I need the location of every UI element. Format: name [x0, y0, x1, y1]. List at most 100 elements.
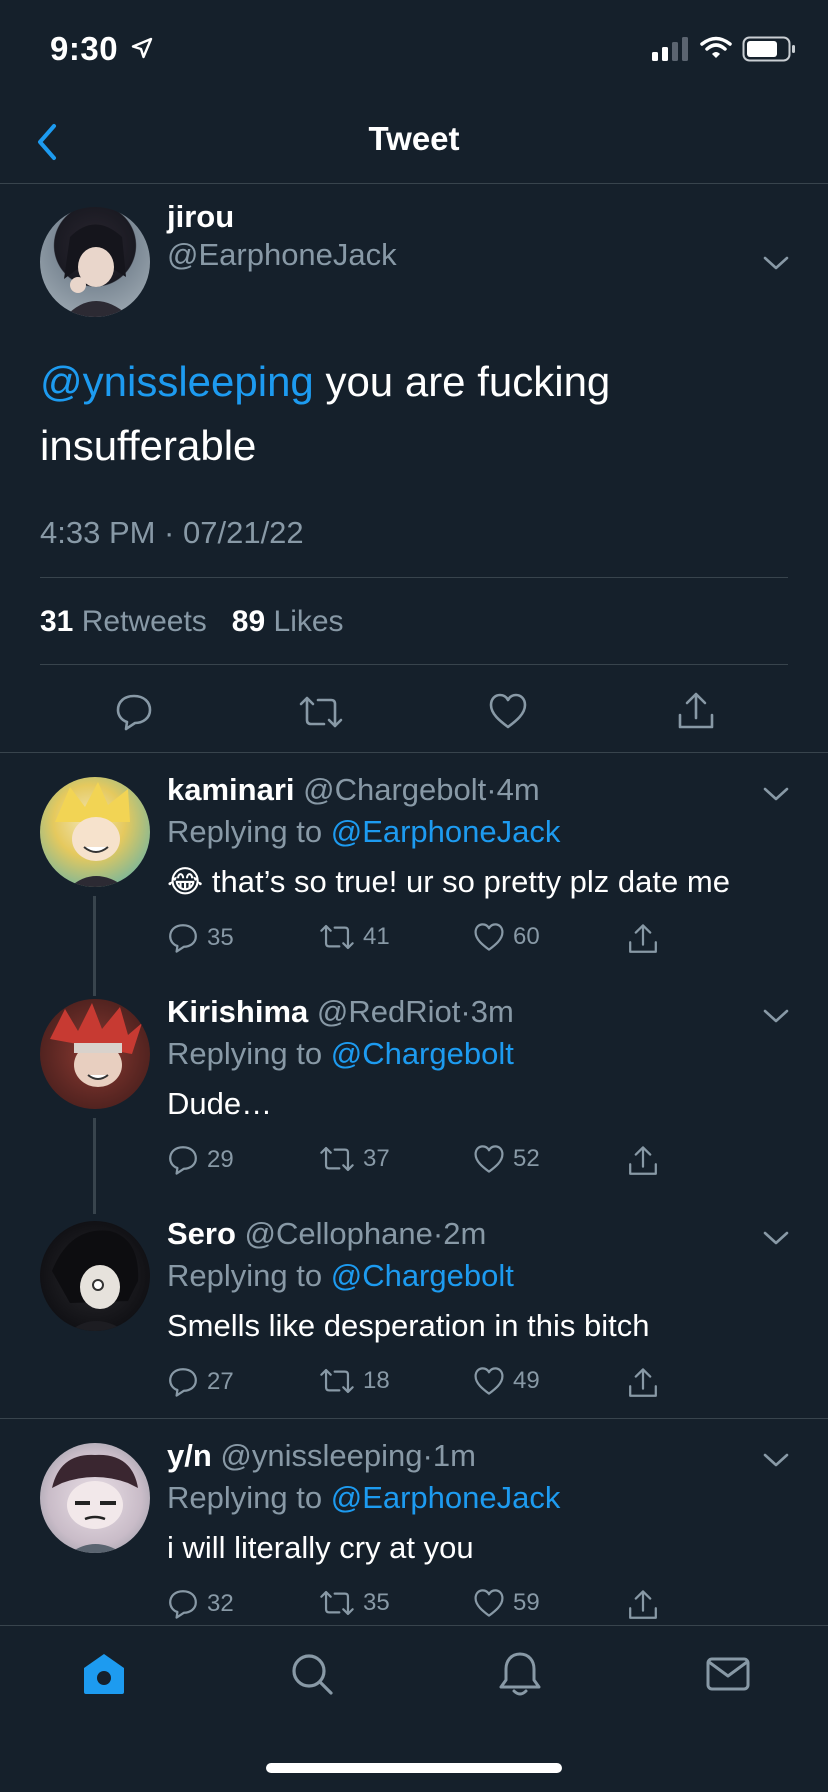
retweet-button[interactable]: 18 — [319, 1366, 390, 1396]
reply-item[interactable]: Kirishima @RedRiot·3m Replying to @Charg… — [0, 994, 828, 1214]
avatar-kaminari[interactable] — [40, 777, 150, 887]
status-time: 9:30 — [50, 30, 119, 67]
avatar-sero[interactable] — [40, 1221, 150, 1331]
chevron-down-icon[interactable] — [762, 255, 790, 273]
retweet-icon — [320, 1146, 354, 1172]
reply-header: Kirishima @RedRiot·3m — [167, 994, 514, 1030]
author-handle[interactable]: @EarphoneJack — [167, 237, 397, 273]
reply-count: 29 — [207, 1146, 234, 1173]
reply-count: 35 — [207, 924, 234, 951]
reply-button[interactable]: 32 — [167, 1588, 234, 1620]
reply-button[interactable]: 35 — [167, 922, 234, 954]
retweet-icon — [320, 1368, 354, 1394]
retweet-icon — [320, 1590, 354, 1616]
reply-icon — [169, 924, 197, 953]
reply-actions: 32 35 59 — [167, 1588, 687, 1628]
reply-author-name[interactable]: Kirishima — [167, 994, 308, 1029]
reply-button[interactable]: 29 — [167, 1144, 234, 1176]
reply-time: 2m — [443, 1216, 487, 1251]
author-name[interactable]: jirou — [167, 199, 234, 235]
chevron-down-icon[interactable] — [762, 1230, 790, 1248]
heart-icon — [474, 1145, 504, 1173]
tweet-stats: 31 Retweets 89 Likes — [40, 605, 344, 639]
reply-author-handle[interactable]: @Cellophane — [245, 1216, 433, 1251]
tweet-mention[interactable]: @ynissleeping — [40, 358, 314, 405]
reply-item[interactable]: kaminari @Chargebolt·4m Replying to @Ear… — [0, 772, 828, 992]
likes-stat[interactable]: 89 Likes — [232, 605, 344, 638]
share-icon — [629, 1590, 657, 1619]
reply-dot: · — [432, 1216, 444, 1251]
reply-button[interactable] — [114, 692, 154, 732]
share-button[interactable] — [627, 1588, 659, 1622]
like-count: 49 — [513, 1367, 540, 1394]
retweet-count: 37 — [363, 1145, 390, 1172]
retweet-icon — [320, 924, 354, 950]
reply-author-handle[interactable]: @Chargebolt — [303, 772, 486, 807]
home-icon[interactable] — [80, 1650, 128, 1698]
like-button[interactable]: 52 — [473, 1144, 540, 1174]
retweet-count: 18 — [363, 1367, 390, 1394]
like-button[interactable]: 60 — [473, 922, 540, 952]
retweet-button[interactable]: 41 — [319, 922, 390, 952]
reply-text: Dude… — [167, 1086, 273, 1121]
divider — [40, 577, 788, 578]
replying-to-handle[interactable]: @Chargebolt — [331, 1258, 514, 1293]
retweet-button[interactable]: 35 — [319, 1588, 390, 1618]
avatar-jirou[interactable] — [40, 207, 150, 317]
chevron-down-icon[interactable] — [762, 786, 790, 804]
reply-time: 3m — [470, 994, 514, 1029]
share-button[interactable] — [676, 690, 716, 732]
reply-author-name[interactable]: Sero — [167, 1216, 236, 1251]
chevron-down-icon[interactable] — [762, 1452, 790, 1470]
reply-author-name[interactable]: kaminari — [167, 772, 295, 807]
replying-to-handle[interactable]: @EarphoneJack — [331, 814, 561, 849]
reply-author-name[interactable]: y/n — [167, 1438, 212, 1473]
retweets-label: Retweets — [81, 605, 207, 638]
search-icon[interactable] — [288, 1650, 336, 1698]
replying-to: Replying to @EarphoneJack — [167, 1480, 560, 1516]
retweet-button[interactable] — [298, 694, 344, 730]
reply-author-handle[interactable]: @RedRiot — [317, 994, 460, 1029]
heart-icon — [474, 1367, 504, 1395]
reply-count: 27 — [207, 1368, 234, 1395]
reply-icon — [169, 1146, 197, 1175]
like-button[interactable]: 49 — [473, 1366, 540, 1396]
chevron-down-icon[interactable] — [762, 1008, 790, 1026]
reply-item[interactable]: Sero @Cellophane·2m Replying to @Chargeb… — [0, 1216, 828, 1436]
section-divider — [0, 752, 828, 753]
like-count: 59 — [513, 1589, 540, 1616]
retweets-count: 31 — [40, 605, 74, 638]
laughing-emoji-icon: 😂 — [167, 864, 204, 899]
reply-text: Smells like desperation in this bitch — [167, 1308, 650, 1343]
share-icon — [629, 924, 657, 953]
heart-icon — [474, 1589, 504, 1617]
reply-dot: · — [486, 772, 497, 807]
battery-icon — [742, 36, 795, 62]
share-button[interactable] — [627, 1366, 659, 1400]
avatar-yn[interactable] — [40, 1443, 150, 1553]
replying-to-handle[interactable]: @Chargebolt — [331, 1036, 514, 1071]
reply-dot: · — [422, 1438, 433, 1473]
reply-author-handle[interactable]: @ynissleeping — [220, 1438, 422, 1473]
wifi-icon — [700, 36, 732, 58]
messages-icon[interactable] — [704, 1650, 752, 1698]
like-button[interactable] — [488, 692, 528, 730]
notifications-icon[interactable] — [496, 1650, 544, 1698]
share-button[interactable] — [627, 1144, 659, 1178]
reply-dot: · — [460, 994, 471, 1029]
reply-button[interactable]: 27 — [167, 1366, 234, 1398]
share-button[interactable] — [627, 922, 659, 956]
section-divider — [0, 1418, 828, 1419]
share-icon — [629, 1368, 657, 1397]
home-indicator[interactable] — [266, 1763, 562, 1773]
reply-actions: 27 18 49 — [167, 1366, 687, 1406]
like-button[interactable]: 59 — [473, 1588, 540, 1618]
retweets-stat[interactable]: 31 Retweets — [40, 605, 207, 638]
tweet-text-line2: insufferable — [40, 422, 257, 469]
retweet-button[interactable]: 37 — [319, 1144, 390, 1174]
reply-header: y/n @ynissleeping·1m — [167, 1438, 476, 1474]
tweet-actions — [0, 672, 828, 752]
avatar-kirishima[interactable] — [40, 999, 150, 1109]
replying-prefix: Replying to — [167, 1036, 331, 1071]
replying-to-handle[interactable]: @EarphoneJack — [331, 1480, 561, 1515]
